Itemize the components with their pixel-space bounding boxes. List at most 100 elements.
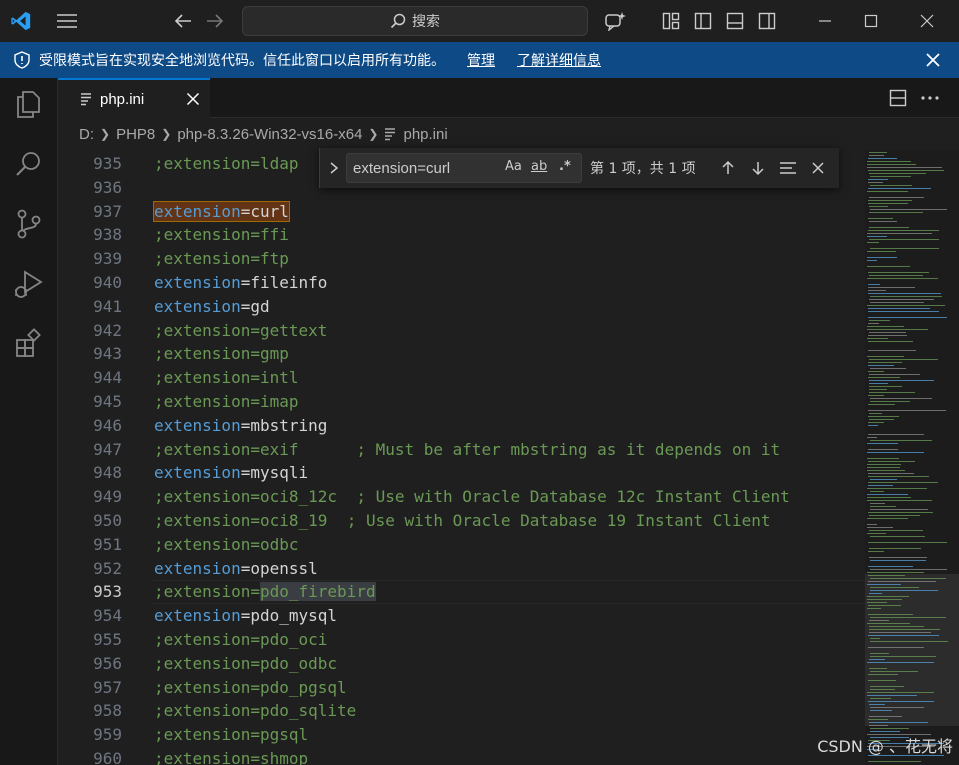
comment-prefix: ;	[154, 320, 164, 340]
minimap-line	[868, 170, 944, 171]
code-line: 948 extension=mysqli	[58, 461, 865, 485]
line-number: 950	[93, 511, 122, 530]
ini-value: mbstring	[250, 415, 328, 435]
breadcrumb-file[interactable]: php.ini	[403, 126, 447, 143]
banner-close-icon[interactable]	[923, 50, 943, 70]
ini-equals: =	[250, 582, 260, 602]
ini-value: gettext	[259, 320, 328, 340]
code-line: 951 ;extension=odbc	[58, 533, 865, 557]
run-debug-icon[interactable]	[13, 268, 45, 300]
whole-word-toggle[interactable]: ab	[531, 159, 547, 179]
forward-arrow-icon[interactable]	[202, 8, 228, 34]
copilot-icon[interactable]	[602, 8, 628, 34]
minimap-line	[868, 371, 884, 372]
breadcrumb-folder[interactable]: php-8.3.26-Win32-vs16-x64	[177, 126, 362, 143]
minimap-line	[868, 482, 938, 483]
breadcrumb-php8[interactable]: PHP8	[116, 126, 155, 143]
code-text: ;extension=pdo_oci	[154, 628, 327, 652]
minimap-line	[867, 518, 908, 519]
extensions-icon[interactable]	[13, 328, 45, 360]
code-text: extension=mbstring	[154, 414, 327, 438]
minimap-line	[867, 695, 917, 696]
minimap-line	[867, 443, 898, 444]
minimap-line	[867, 599, 902, 600]
code-text: ;extension=shmop	[154, 747, 308, 765]
minimap-line	[868, 350, 916, 351]
minimap-line	[868, 512, 933, 513]
tab-label: php.ini	[100, 90, 145, 108]
code-editor[interactable]: 935 ;extension=ldap 936 937 extension=curl 93…	[58, 150, 865, 765]
line-number: 948	[93, 463, 122, 483]
code-line: 957 ;extension=pdo_pgsql	[58, 676, 865, 700]
manage-link[interactable]: 管理	[467, 50, 495, 70]
close-find-icon[interactable]	[806, 156, 830, 180]
source-control-icon[interactable]	[13, 208, 45, 240]
code-line: 952 extension=openssl	[58, 557, 865, 581]
tab-php-ini[interactable]: php.ini	[58, 78, 210, 118]
minimap-line	[867, 497, 911, 498]
minimap-line	[867, 533, 886, 534]
minimap-line	[868, 311, 939, 312]
minimap-line	[869, 515, 920, 516]
minimap-line	[870, 440, 932, 441]
ini-equals: =	[250, 749, 260, 765]
ini-value: gmp	[259, 344, 289, 364]
toggle-panel-icon[interactable]	[722, 8, 748, 34]
learn-more-link[interactable]: 了解详细信息	[517, 50, 601, 70]
maximize-icon[interactable]	[858, 8, 884, 34]
minimap-line	[867, 437, 877, 438]
ini-key: extension	[163, 439, 251, 459]
tab-close-icon[interactable]	[186, 92, 200, 106]
split-editor-icon[interactable]	[889, 89, 907, 107]
comment-prefix: ;	[154, 749, 164, 765]
toggle-sidebar-icon[interactable]	[690, 8, 716, 34]
previous-match-arrow-up-icon[interactable]	[716, 156, 740, 180]
minimap-line	[868, 473, 914, 474]
find-widget: Aa ab .* 第 1 项，共 1 项	[319, 148, 839, 188]
code-text: extension=curl	[153, 200, 290, 224]
ini-key: extension	[163, 582, 251, 602]
regex-toggle[interactable]: .*	[559, 159, 571, 179]
code-text: ;extension=exif ; Must be after mbstring…	[154, 438, 780, 462]
minimap-line	[868, 200, 912, 201]
code-line: 949 ;extension=oci8_12c ; Use with Oracle…	[58, 485, 865, 509]
ini-equals: =	[240, 558, 251, 578]
search-view-icon[interactable]	[13, 148, 45, 180]
code-line: 955 ;extension=pdo_oci	[58, 628, 865, 652]
toggle-replace-chevron-icon[interactable]	[324, 148, 344, 188]
minimap-line	[870, 503, 885, 504]
match-case-toggle[interactable]: Aa	[505, 159, 522, 179]
search-icon	[390, 13, 406, 29]
explorer-icon[interactable]	[13, 88, 45, 120]
code-text: ;extension=oci8_12c ; Use with Oracle Da…	[154, 485, 790, 509]
minimap-line	[868, 179, 888, 180]
minimap-line	[867, 236, 887, 237]
ini-value: pgsql	[259, 725, 309, 745]
minimap-line	[870, 560, 926, 561]
next-match-arrow-down-icon[interactable]	[746, 156, 770, 180]
find-input[interactable]	[353, 158, 503, 178]
back-arrow-icon[interactable]	[170, 8, 196, 34]
find-in-selection-icon[interactable]	[776, 156, 800, 180]
ini-equals: =	[250, 487, 260, 507]
layout-customize-icon[interactable]	[658, 8, 684, 34]
ini-key: extension	[154, 558, 241, 578]
search-label: 搜索	[412, 14, 440, 30]
menu-icon[interactable]	[54, 8, 80, 34]
more-actions-icon[interactable]	[920, 89, 940, 107]
minimize-icon[interactable]	[812, 8, 838, 34]
line-number: 944	[93, 368, 122, 388]
minimap-line	[868, 188, 931, 189]
minimap-line	[870, 509, 928, 510]
breadcrumb-drive[interactable]: D:	[79, 126, 94, 143]
command-center-search[interactable]: 搜索	[242, 6, 588, 36]
title-bar: 搜索	[0, 0, 959, 42]
minimap[interactable]	[865, 150, 959, 765]
minimap-line	[869, 413, 882, 414]
close-window-icon[interactable]	[914, 8, 940, 34]
line-number: 942	[93, 320, 122, 340]
minimap-line	[868, 680, 896, 681]
toggle-secondary-sidebar-icon[interactable]	[754, 8, 780, 34]
minimap-line	[867, 572, 924, 573]
code-line: 939 ;extension=ftp	[58, 247, 865, 271]
